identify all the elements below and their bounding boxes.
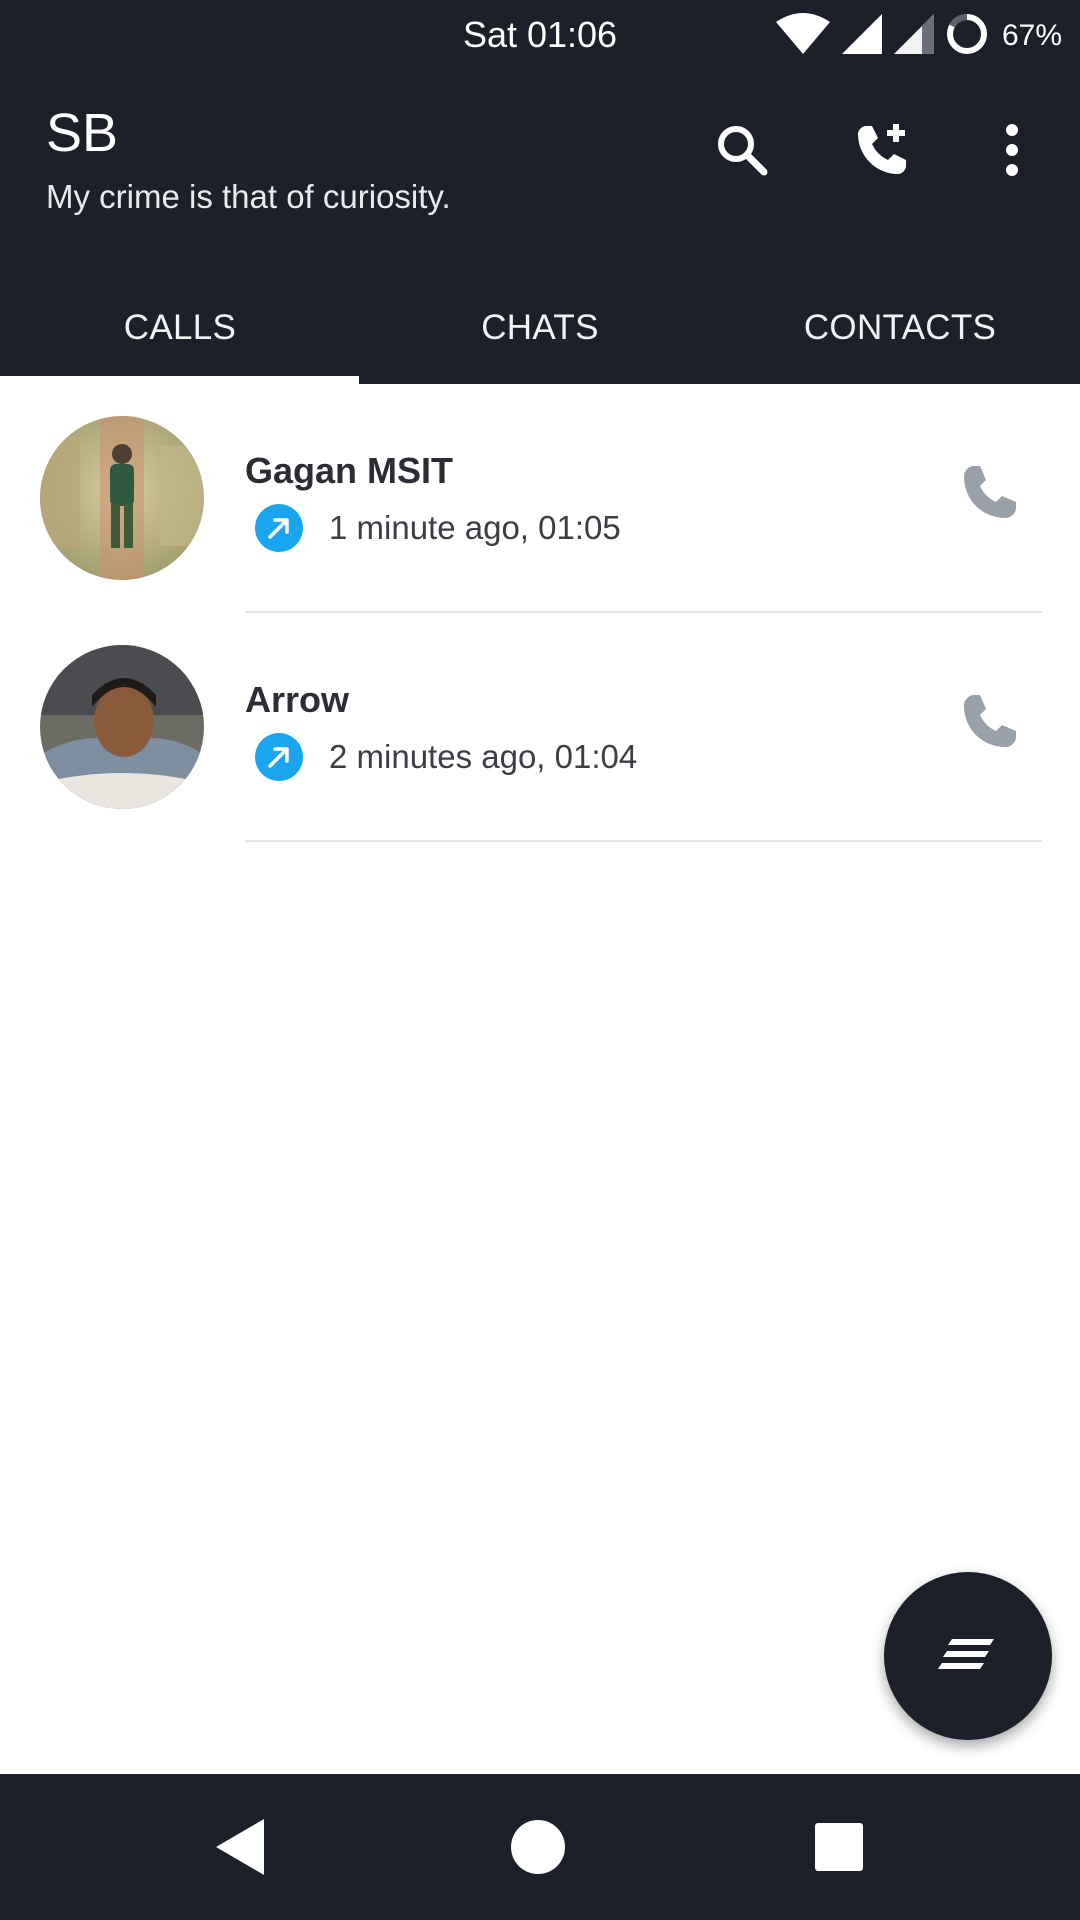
avatar[interactable] — [40, 645, 204, 809]
back-button[interactable] — [195, 1804, 285, 1894]
compose-icon — [938, 1634, 998, 1679]
call-log-screen: Sat 01:06 67% SB My crime is that of cur… — [0, 0, 1080, 1920]
tab-calls[interactable]: CALLS — [0, 272, 360, 384]
signal-icon — [892, 12, 936, 61]
battery-icon — [944, 11, 990, 62]
call-list: Gagan MSIT 1 minute ago, 01:05 Arrow 2 m… — [0, 384, 1080, 842]
call-meta: 1 minute ago, 01:05 — [255, 504, 621, 552]
call-button[interactable] — [940, 673, 1040, 773]
tab-indicator — [0, 376, 359, 384]
back-icon — [212, 1817, 268, 1882]
divider — [245, 840, 1042, 842]
phone-icon — [960, 691, 1020, 756]
call-meta: 2 minutes ago, 01:04 — [255, 733, 637, 781]
phone-icon — [960, 462, 1020, 527]
wifi-icon — [774, 12, 832, 61]
app-bar: SB My crime is that of curiosity. CALLS … — [0, 72, 1080, 384]
call-row[interactable]: Arrow 2 minutes ago, 01:04 — [0, 613, 1080, 842]
outgoing-call-icon — [255, 504, 303, 552]
add-call-button[interactable] — [846, 116, 918, 188]
status-icons: 67% — [774, 12, 1062, 60]
profile-name[interactable]: SB — [46, 102, 118, 164]
call-button[interactable] — [940, 444, 1040, 544]
home-button[interactable] — [493, 1804, 583, 1894]
compose-fab[interactable] — [884, 1572, 1052, 1740]
call-row[interactable]: Gagan MSIT 1 minute ago, 01:05 — [0, 384, 1080, 613]
add-call-icon — [852, 120, 912, 185]
signal-icon — [840, 12, 884, 61]
tab-bar: CALLS CHATS CONTACTS — [0, 272, 1080, 384]
recents-button[interactable] — [794, 1804, 884, 1894]
recents-icon — [814, 1822, 864, 1877]
contact-name: Gagan MSIT — [245, 450, 454, 491]
more-options-button[interactable] — [976, 116, 1048, 188]
call-time: 1 minute ago, 01:05 — [329, 509, 621, 546]
search-icon — [714, 122, 770, 183]
home-icon — [510, 1819, 566, 1880]
profile-status[interactable]: My crime is that of curiosity. — [46, 178, 451, 216]
outgoing-call-icon — [255, 733, 303, 781]
search-button[interactable] — [706, 116, 778, 188]
avatar[interactable] — [40, 416, 204, 580]
tab-chats[interactable]: CHATS — [360, 272, 720, 384]
call-time: 2 minutes ago, 01:04 — [329, 738, 638, 775]
tab-contacts[interactable]: CONTACTS — [720, 272, 1080, 384]
more-vert-icon — [1002, 122, 1022, 183]
battery-percent: 67% — [1001, 19, 1062, 52]
status-bar: Sat 01:06 67% — [0, 0, 1080, 72]
navigation-bar — [0, 1774, 1080, 1920]
contact-name: Arrow — [245, 679, 350, 720]
